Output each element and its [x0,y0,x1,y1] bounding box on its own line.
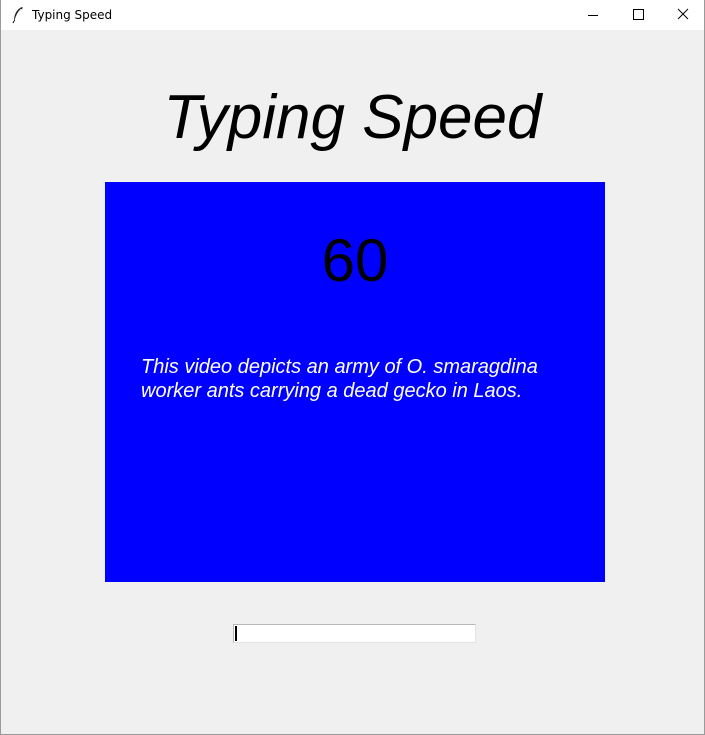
sentence-line-1: This video depicts an army of O. smaragd… [141,356,538,378]
maximize-button[interactable] [615,0,661,30]
close-button[interactable] [660,0,705,30]
text-cursor [235,626,237,641]
window-title: Typing Speed [32,8,113,22]
countdown-timer: 60 [321,227,389,294]
minimize-icon [588,15,598,16]
target-sentence: This video depicts an army of O. smaragd… [141,355,581,403]
typing-input[interactable] [233,624,476,643]
sentence-line-2: worker ants carrying a dead gecko in Lao… [141,380,523,402]
close-icon [677,8,689,20]
minimize-button[interactable] [570,0,616,30]
feather-icon [11,6,25,24]
typing-panel: 60 This video depicts an army of O. smar… [105,182,605,582]
page-title: Typing Speed [163,83,542,152]
maximize-icon [633,9,644,20]
title-bar[interactable]: Typing Speed [1,0,704,30]
app-window: Typing Speed Typing Speed 60 This video … [0,0,705,735]
window-client-area: Typing Speed 60 This video depicts an ar… [1,30,704,734]
